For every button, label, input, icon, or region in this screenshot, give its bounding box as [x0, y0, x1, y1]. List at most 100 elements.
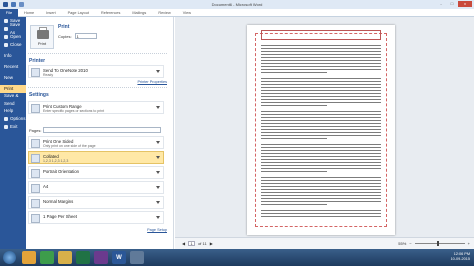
zoom-slider[interactable] — [414, 241, 465, 246]
minimize-button[interactable]: - — [436, 1, 446, 7]
close-button[interactable]: x — [458, 1, 472, 7]
prev-page-icon[interactable]: ◀ — [182, 241, 185, 246]
collation-dropdown[interactable]: Collated 1,2,3 1,2,3 1,2,3 — [28, 151, 164, 164]
text-line — [261, 84, 381, 85]
text-line — [261, 96, 381, 97]
page-navigator: ◀ 1 of 11 ▶ — [182, 241, 213, 246]
next-page-icon[interactable]: ▶ — [210, 241, 213, 246]
printer-dropdown[interactable]: Send To OneNote 2010 Ready — [28, 65, 164, 78]
system-clock[interactable]: 12:06 PM 10-09-2015 — [451, 252, 470, 262]
text-line — [261, 102, 381, 103]
chevron-down-icon — [156, 201, 160, 204]
menu-options[interactable]: Options — [0, 115, 26, 123]
text-line — [261, 171, 327, 172]
print-button[interactable]: Print — [30, 25, 54, 49]
taskbar-app-winrar[interactable] — [94, 251, 108, 264]
taskbar-app-misc[interactable] — [130, 251, 144, 264]
maximize-button[interactable]: □ — [447, 1, 457, 7]
printer-section-title: Printer — [29, 58, 46, 64]
window-title: Document6 - Microsoft Word — [211, 2, 263, 7]
text-line — [261, 117, 381, 118]
tab-references[interactable]: References — [95, 9, 126, 17]
pages-input[interactable] — [43, 127, 162, 133]
current-page-input[interactable]: 1 — [188, 241, 196, 246]
save-as-icon — [4, 27, 8, 31]
text-line — [261, 54, 381, 55]
zoom-in-icon[interactable]: + — [468, 241, 470, 246]
taskbar-app-windows-explorer[interactable] — [58, 251, 72, 264]
taskbar-app-chrome[interactable] — [40, 251, 54, 264]
page-setup-link[interactable]: Page Setup — [147, 228, 167, 232]
menu-close[interactable]: Close — [0, 41, 26, 49]
text-line — [261, 66, 381, 67]
text-line — [261, 216, 381, 217]
chevron-down-icon — [156, 156, 160, 159]
tab-review[interactable]: Review — [152, 9, 176, 17]
taskbar-app-word[interactable]: W — [112, 251, 126, 264]
pages-per-sheet-dropdown[interactable]: 1 Page Per Sheet — [28, 211, 164, 224]
paper-size-icon — [31, 184, 40, 193]
text-line — [261, 81, 381, 82]
text-line — [261, 135, 381, 136]
text-line — [261, 99, 381, 100]
tab-view[interactable]: View — [177, 9, 197, 17]
window-controls: - □ x — [436, 1, 472, 7]
text-line — [261, 87, 381, 88]
margins-icon — [31, 199, 40, 208]
printer-icon — [37, 30, 49, 39]
text-line — [261, 120, 381, 121]
chevron-down-icon — [156, 141, 160, 144]
text-line — [261, 63, 381, 64]
start-button[interactable] — [3, 251, 16, 264]
printer-properties-link[interactable]: Printer Properties — [137, 80, 167, 84]
tab-home[interactable]: Home — [18, 9, 40, 17]
taskbar-app-excel[interactable] — [76, 251, 90, 264]
margins-dropdown[interactable]: Normal Margins — [28, 196, 164, 209]
text-line — [261, 204, 327, 205]
text-line — [261, 165, 381, 166]
portrait-icon — [31, 169, 40, 178]
text-line — [261, 72, 327, 73]
text-line — [261, 156, 381, 157]
menu-exit[interactable]: Exit — [0, 123, 26, 131]
chevron-down-icon — [156, 171, 160, 174]
menu-new[interactable]: New — [0, 74, 26, 82]
menu-save-as[interactable]: Save As — [0, 22, 26, 35]
tab-file[interactable]: File — [0, 8, 18, 17]
taskbar-app-explorer[interactable] — [22, 251, 36, 264]
copies-input[interactable]: 1 — [74, 33, 97, 39]
tab-insert[interactable]: Insert — [40, 9, 62, 17]
tab-mailings[interactable]: Mailings — [126, 9, 152, 17]
text-line — [261, 162, 381, 163]
text-line — [261, 108, 381, 109]
taskbar: W 12:06 PM 10-09-2015 — [0, 249, 474, 266]
text-line — [261, 201, 381, 202]
orientation-dropdown[interactable]: Portrait Orientation — [28, 166, 164, 179]
print-section-title: Print — [58, 24, 70, 30]
menu-save-and-send[interactable]: Save & Send — [0, 93, 26, 106]
text-line — [261, 93, 381, 94]
menu-recent[interactable]: Recent — [0, 63, 26, 71]
collated-icon — [31, 154, 40, 163]
text-line — [261, 183, 381, 184]
sides-dropdown[interactable]: Print One Sided Only print on one side o… — [28, 136, 164, 149]
menu-help[interactable]: Help — [0, 107, 26, 115]
text-line — [261, 213, 381, 214]
ribbon-tabs: File Home Insert Page Layout References … — [0, 8, 474, 17]
chevron-down-icon — [156, 186, 160, 189]
tab-page-layout[interactable]: Page Layout — [62, 9, 95, 17]
zoom-slider-knob[interactable] — [436, 241, 439, 246]
chevron-down-icon — [156, 70, 160, 73]
zoom-control: 55% − + — [398, 241, 470, 246]
menu-info[interactable]: Info — [0, 52, 26, 60]
print-range-dropdown[interactable]: Print Custom Range Enter specific pages … — [28, 101, 164, 114]
printer-icon — [31, 68, 40, 77]
text-line — [261, 105, 327, 106]
paper-size-dropdown[interactable]: A4 — [28, 181, 164, 194]
text-line — [261, 123, 381, 124]
zoom-out-icon[interactable]: − — [409, 241, 411, 246]
text-line — [261, 153, 381, 154]
text-line — [261, 132, 381, 133]
text-line — [261, 210, 381, 211]
save-icon — [4, 19, 8, 23]
